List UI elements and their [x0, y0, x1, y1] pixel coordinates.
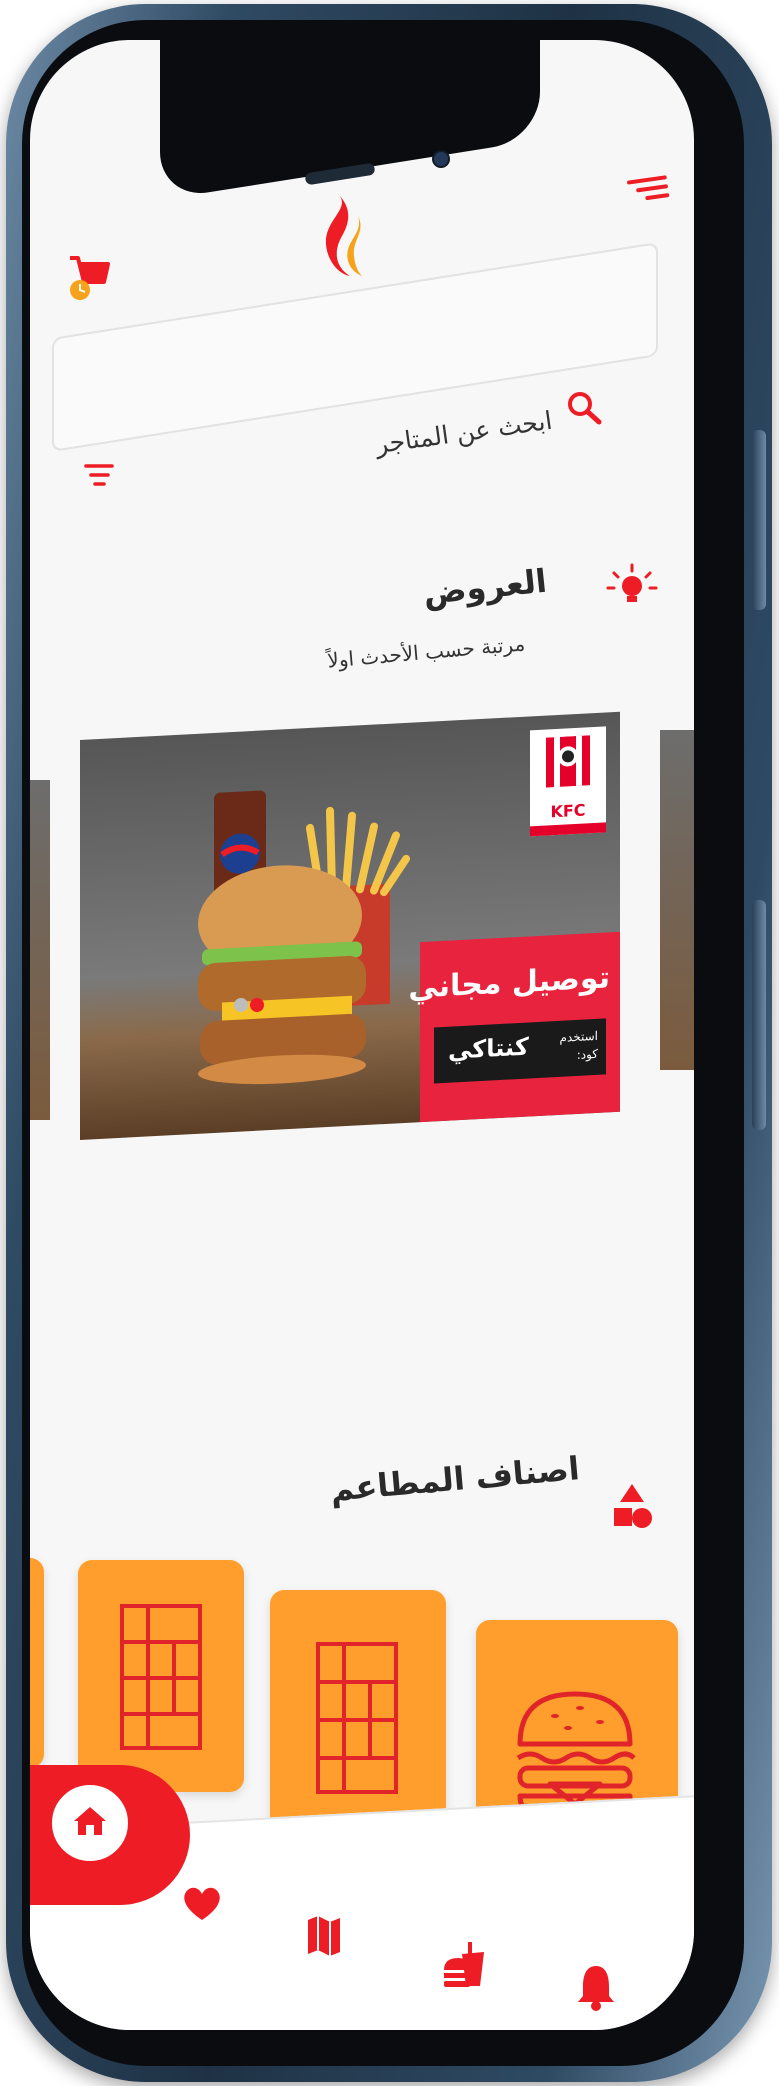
heart-icon: [184, 1887, 220, 1920]
search-input[interactable]: ابحث عن المتاجر: [374, 406, 554, 459]
grid-window-icon: [316, 1642, 398, 1794]
camera: [432, 150, 450, 168]
offers-title: العروض: [421, 561, 549, 613]
menu-lines-icon[interactable]: [624, 172, 670, 204]
category-card-peek[interactable]: [30, 1558, 44, 1768]
search-icon[interactable]: [564, 388, 604, 428]
tab-favorites[interactable]: [180, 1882, 224, 1924]
shapes-icon: [608, 1480, 656, 1532]
category-card-3[interactable]: [78, 1560, 244, 1792]
carousel-dot-2[interactable]: [234, 998, 248, 1012]
lightbulb-icon: [606, 562, 658, 614]
categories-title: اصناف المطاعم: [328, 1449, 582, 1509]
power-button: [752, 430, 766, 610]
food-icon: [444, 1942, 484, 1987]
map-icon: [308, 1916, 340, 1956]
tab-home[interactable]: [42, 1775, 138, 1871]
carousel-dot-1[interactable]: [250, 998, 264, 1012]
bell-icon: [578, 1966, 614, 2011]
stage: ابحث عن المتاجر العروض مرتبة حسب الأحدث …: [0, 0, 779, 2086]
kfc-brand-text: KFC: [550, 800, 586, 822]
offer-banner[interactable]: KFC توصيل مجاني كنتاكي استخدم كود:: [80, 711, 620, 1140]
app-screen: ابحث عن المتاجر العروض مرتبة حسب الأحدث …: [30, 40, 694, 2030]
category-card-2[interactable]: [270, 1590, 446, 1838]
banner-prev-peek[interactable]: [30, 780, 50, 1120]
tab-food[interactable]: [442, 1940, 488, 1990]
promo-code-label: استخدم كود:: [559, 1028, 598, 1062]
volume-button: [752, 900, 766, 1130]
filter-icon[interactable]: [82, 460, 116, 490]
flame-logo-icon: [312, 190, 372, 282]
offers-subtitle: مرتبة حسب الأحدث اولاً: [326, 631, 526, 673]
tab-notifications[interactable]: [574, 1962, 618, 2012]
grid-window-icon: [120, 1604, 202, 1750]
kfc-logo: KFC: [530, 726, 606, 837]
cart-clock-icon[interactable]: [66, 252, 110, 302]
promo-code: كنتاكي: [448, 1032, 529, 1065]
home-icon: [74, 1807, 106, 1835]
tab-map[interactable]: [304, 1914, 344, 1958]
banner-next-peek[interactable]: [660, 730, 694, 1070]
burger-meal-image: [198, 790, 410, 1085]
promo-code-box: كنتاكي استخدم كود:: [434, 1018, 606, 1084]
